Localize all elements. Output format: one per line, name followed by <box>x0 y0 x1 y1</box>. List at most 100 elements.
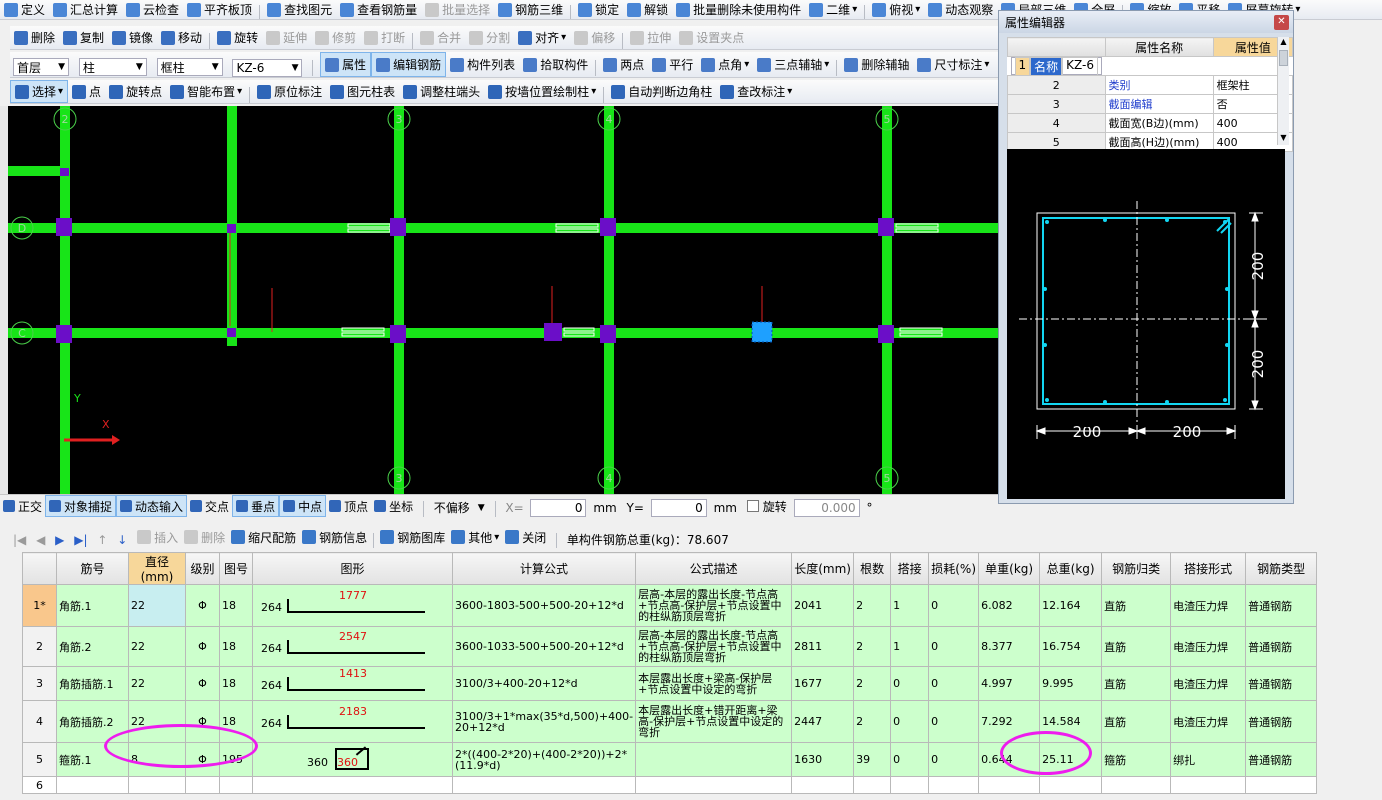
cell-type[interactable]: 普通钢筋 <box>1245 700 1318 743</box>
cell-count[interactable]: 2 <box>853 700 892 743</box>
menu-item-13[interactable]: 动态观察 <box>924 0 997 19</box>
column-header[interactable]: 总重(kg) <box>1039 552 1103 585</box>
snap-item-1[interactable]: 对象捕捉 <box>45 495 117 517</box>
menu-item-11[interactable]: 二维 ▾ <box>805 0 861 19</box>
edit-item-5[interactable]: 延伸 <box>262 26 311 49</box>
comp-item-4[interactable]: 两点 <box>599 52 648 77</box>
cell-unit_w[interactable] <box>978 776 1041 794</box>
cell-count[interactable] <box>853 776 892 794</box>
cell-dia[interactable]: 22 <box>128 626 186 667</box>
cell-desc[interactable]: 层高-本层的露出长度-节点高+节点高-保护层+节点设置中的柱纵筋顶层弯折 <box>635 584 793 627</box>
cell-total_w[interactable]: 12.164 <box>1039 584 1103 627</box>
column-header[interactable]: 搭接形式 <box>1170 552 1247 585</box>
cell-formula[interactable] <box>451 776 637 794</box>
beam-axis-3[interactable] <box>394 106 404 494</box>
draw-item-4[interactable]: 原位标注 <box>253 80 326 103</box>
draw-item-7[interactable]: 按墙位置绘制柱 ▾ <box>484 80 600 103</box>
component-name-select[interactable]: KZ-6 ▼ <box>232 58 303 77</box>
cell-lap_form[interactable]: 电渣压力焊 <box>1170 666 1247 701</box>
comp-item-8[interactable]: 删除辅轴 <box>840 52 913 77</box>
cell-lap[interactable]: 0 <box>890 666 930 701</box>
table-row[interactable]: 3 角筋插筋.1 22 Φ 18 264 1413 3100/3+400-20+12*d 本层露… <box>22 666 1318 701</box>
cell-dia[interactable]: 22 <box>128 584 186 627</box>
cell-class[interactable]: 箍筋 <box>1101 742 1172 777</box>
rotate-checkbox[interactable]: 旋转 <box>744 495 790 517</box>
edit-item-7[interactable]: 打断 <box>360 26 409 49</box>
rotate-angle-input[interactable]: 0.000 <box>793 499 860 517</box>
rebar-tool-item-0[interactable]: 插入 <box>134 526 181 548</box>
rebar-tool-item-3[interactable]: 钢筋信息 <box>299 526 370 548</box>
rebar-tool-item-4[interactable]: 钢筋图库 <box>377 526 448 548</box>
snap-item-0[interactable]: 正交 <box>0 495 45 517</box>
prev-record-icon[interactable]: ◀ <box>33 529 48 548</box>
draw-item-1[interactable]: 点 <box>68 80 105 103</box>
cell-name[interactable]: 角筋插筋.1 <box>56 666 129 701</box>
cell-count[interactable]: 2 <box>853 584 892 627</box>
cell-lap[interactable] <box>890 776 930 794</box>
cell-grade[interactable]: Φ <box>185 626 220 667</box>
cell-fig[interactable]: 18 <box>219 666 253 701</box>
menu-item-6[interactable]: 批量选择 <box>421 0 494 19</box>
property-row[interactable]: 2 类别 框架柱 <box>1007 75 1294 95</box>
cell-lap_form[interactable]: 绑扎 <box>1170 742 1247 777</box>
cell-fig[interactable]: 18 <box>219 626 253 667</box>
draw-item-3[interactable]: 智能布置 ▾ <box>166 80 246 103</box>
menu-item-7[interactable]: 钢筋三维 <box>494 0 567 19</box>
beam-axis-5[interactable] <box>882 106 892 494</box>
cell-class[interactable]: 直筋 <box>1101 584 1172 627</box>
scroll-down-icon[interactable]: ▼ <box>1278 133 1289 145</box>
beam-left-stub[interactable] <box>8 166 66 176</box>
cell-total_w[interactable]: 16.754 <box>1039 626 1103 667</box>
comp-item-6[interactable]: 点角 ▾ <box>697 52 753 77</box>
row-number[interactable]: 5 <box>22 742 57 777</box>
cell-loss[interactable]: 0 <box>928 666 980 701</box>
rebar-shape-cell[interactable]: 264 2547 <box>252 626 453 667</box>
cell-name[interactable] <box>56 776 129 794</box>
cell-desc[interactable]: 本层露出长度+梁高-保护层+节点设置中设定的弯折 <box>635 666 793 701</box>
cell-name[interactable]: 角筋.2 <box>56 626 129 667</box>
draw-item-6[interactable]: 调整柱端头 <box>399 80 484 103</box>
rebar-shape-cell[interactable]: 264 1777 <box>252 584 453 627</box>
cell-unit_w[interactable]: 6.082 <box>978 584 1041 627</box>
cell-class[interactable]: 直筋 <box>1101 626 1172 667</box>
move-up-icon[interactable]: ↑ <box>94 529 110 548</box>
snap-item-3[interactable]: 交点 <box>187 495 232 517</box>
cell-type[interactable]: 普通钢筋 <box>1245 666 1318 701</box>
cell-lap_form[interactable]: 电渣压力焊 <box>1170 700 1247 743</box>
scroll-thumb[interactable] <box>1279 50 1288 66</box>
cell-desc[interactable]: 层高-本层的露出长度-节点高+节点高-保护层+节点设置中的柱纵筋顶层弯折 <box>635 626 793 667</box>
cell-dia[interactable] <box>128 776 186 794</box>
column-header[interactable]: 图形 <box>252 552 453 585</box>
last-record-icon[interactable]: ▶| <box>71 529 90 548</box>
cell-type[interactable]: 普通钢筋 <box>1245 626 1318 667</box>
cell-lap[interactable]: 0 <box>890 742 930 777</box>
comp-item-0[interactable]: 属性 <box>320 52 372 77</box>
column-header[interactable]: 单重(kg) <box>978 552 1041 585</box>
cell-lap_form[interactable] <box>1170 776 1247 794</box>
cell-total_w[interactable]: 9.995 <box>1039 666 1103 701</box>
edit-item-2[interactable]: 镜像 <box>108 26 157 49</box>
cell-type[interactable]: 普通钢筋 <box>1245 584 1318 627</box>
edit-item-10[interactable]: 对齐 ▾ <box>514 26 570 49</box>
cell-type[interactable] <box>1245 776 1318 794</box>
cell-length[interactable]: 2041 <box>791 584 855 627</box>
edit-item-13[interactable]: 设置夹点 <box>675 26 748 49</box>
comp-item-3[interactable]: 拾取构件 <box>519 52 592 77</box>
selected-column-kz6[interactable] <box>751 321 773 343</box>
edit-item-6[interactable]: 修剪 <box>311 26 360 49</box>
cell-dia[interactable]: 22 <box>128 666 186 701</box>
cell-length[interactable]: 1630 <box>791 742 855 777</box>
drawing-canvas[interactable]: 2 3 4 5 3 4 5 D C Y X <box>8 106 998 494</box>
edit-item-4[interactable]: 旋转 <box>213 26 262 49</box>
property-editor-titlebar[interactable]: 属性编辑器 ✕ <box>999 11 1293 33</box>
cell-count[interactable]: 2 <box>853 666 892 701</box>
cell-length[interactable]: 1677 <box>791 666 855 701</box>
menu-item-9[interactable]: 解锁 <box>623 0 672 19</box>
cell-fig[interactable]: 18 <box>219 584 253 627</box>
property-row[interactable]: 1 名称 KZ-6 <box>1010 56 1102 76</box>
rebar-shape-cell[interactable]: 264 2183 <box>252 700 453 743</box>
cell-name[interactable]: 角筋.1 <box>56 584 129 627</box>
menu-item-0[interactable]: 定义 <box>0 0 49 19</box>
cell-length[interactable] <box>791 776 855 794</box>
column-header[interactable]: 公式描述 <box>635 552 793 585</box>
